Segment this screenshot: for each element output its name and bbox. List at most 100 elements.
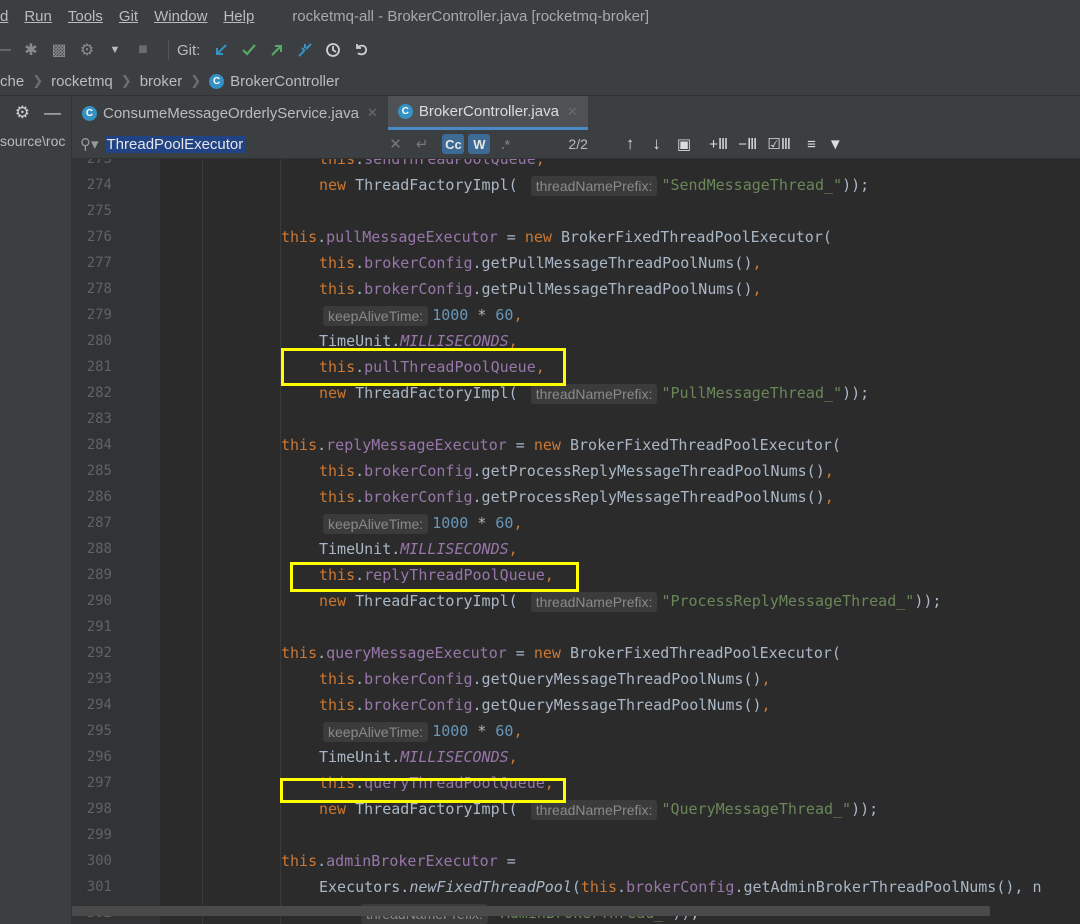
code-line[interactable]: keepAliveTime: 1000 * 60, xyxy=(319,510,523,536)
line-number: 297 xyxy=(86,775,112,791)
tab-label: BrokerController.java xyxy=(418,103,559,120)
code-line[interactable]: this.adminBrokerExecutor = xyxy=(281,848,516,874)
coverage-icon[interactable]: ▩ xyxy=(48,39,70,61)
add-selection-icon[interactable]: +Ⅲ xyxy=(709,135,728,153)
line-gutter: 273 274 275 276 277 278 279 280 281 282 283 284 285 2… xyxy=(72,159,160,924)
profiler-icon[interactable]: ⚙ xyxy=(76,39,98,61)
line-number: 273 xyxy=(86,159,112,167)
code-line[interactable]: this.brokerConfig.getQueryMessageThreadP… xyxy=(319,666,771,692)
code-line[interactable]: TimeUnit.MILLISECONDS, xyxy=(319,744,518,770)
highlight-box xyxy=(281,348,566,386)
words-toggle[interactable]: W xyxy=(468,134,491,154)
code-line[interactable]: this.pullMessageExecutor = new BrokerFix… xyxy=(281,224,832,250)
line-number: 285 xyxy=(86,463,112,479)
code-line[interactable]: new ThreadFactoryImpl( threadNamePrefix:… xyxy=(319,172,869,198)
menu-item-tools[interactable]: Tools xyxy=(68,8,103,25)
horizontal-scrollbar[interactable] xyxy=(72,906,990,916)
highlight-box xyxy=(290,562,579,592)
breadcrumb-item[interactable]: broker xyxy=(140,73,183,90)
code-line[interactable]: this.brokerConfig.getPullMessageThreadPo… xyxy=(319,276,762,302)
line-number: 298 xyxy=(86,801,112,817)
bug-icon[interactable]: ✱ xyxy=(20,39,42,61)
menu-item-git[interactable]: Git xyxy=(119,8,138,25)
close-icon[interactable]: ✕ xyxy=(567,104,578,120)
code-line[interactable]: this.sendThreadPoolQueue, xyxy=(319,159,545,172)
git-merge-icon[interactable] xyxy=(294,39,316,61)
window-title: rocketmq-all - BrokerController.java [ro… xyxy=(292,8,650,25)
code-line[interactable]: this.replyMessageExecutor = new BrokerFi… xyxy=(281,432,841,458)
git-commit-icon[interactable] xyxy=(238,39,260,61)
code-line[interactable]: Executors.newFixedThreadPool(this.broker… xyxy=(319,874,1041,900)
indent-guide xyxy=(280,159,281,924)
tab-consume-message-orderly-service[interactable]: C ConsumeMessageOrderlyService.java ✕ xyxy=(72,96,388,130)
line-number: 281 xyxy=(86,359,112,375)
breadcrumb: che ❯ rocketmq ❯ broker ❯ C BrokerContro… xyxy=(0,67,1080,96)
code-line[interactable]: keepAliveTime: 1000 * 60, xyxy=(319,718,523,744)
code-line[interactable]: this.brokerConfig.getPullMessageThreadPo… xyxy=(319,250,762,276)
menu-item-run[interactable]: Run xyxy=(24,8,52,25)
line-number: 290 xyxy=(86,593,112,609)
line-number: 292 xyxy=(86,645,112,661)
menu-item-build[interactable]: d xyxy=(0,8,8,25)
code-line[interactable]: keepAliveTime: 1000 * 60, xyxy=(319,302,523,328)
project-path[interactable]: source\roc xyxy=(0,130,71,149)
menu-item-window[interactable]: Window xyxy=(154,8,207,25)
line-number: 277 xyxy=(86,255,112,271)
class-icon: C xyxy=(397,104,413,119)
stop-icon[interactable]: ■ xyxy=(132,39,154,61)
chevron-right-icon: ❯ xyxy=(120,73,132,88)
line-number: 293 xyxy=(86,671,112,687)
breadcrumb-item[interactable]: rocketmq xyxy=(51,73,113,90)
code-line[interactable]: this.brokerConfig.getProcessReplyMessage… xyxy=(319,458,834,484)
git-update-icon[interactable] xyxy=(210,39,232,61)
line-number: 288 xyxy=(86,541,112,557)
code-line[interactable]: this.queryMessageExecutor = new BrokerFi… xyxy=(281,640,841,666)
minimize-icon[interactable]: — xyxy=(44,103,61,123)
debug-icon[interactable]: — xyxy=(0,39,14,61)
toolbar-divider xyxy=(168,40,169,60)
new-line-icon[interactable]: ↵ xyxy=(416,135,429,153)
arrow-down-icon[interactable]: ↓ xyxy=(652,134,661,154)
line-number: 291 xyxy=(86,619,112,635)
multiline-icon[interactable]: ≡ xyxy=(807,136,816,153)
toolbar: — ✱ ▩ ⚙ ▼ ■ Git: xyxy=(0,33,1080,67)
line-number: 279 xyxy=(86,307,112,323)
git-label: Git: xyxy=(177,41,201,59)
line-number: 275 xyxy=(86,203,112,219)
close-icon[interactable]: ✕ xyxy=(367,105,378,121)
clear-search-icon[interactable]: ✕ xyxy=(389,135,402,153)
search-input[interactable]: ThreadPoolExecutor xyxy=(104,135,246,153)
line-number: 274 xyxy=(86,177,112,193)
line-number: 287 xyxy=(86,515,112,531)
history-icon[interactable] xyxy=(322,39,344,61)
code-editor[interactable]: 273 274 275 276 277 278 279 280 281 282 283 284 285 2… xyxy=(72,159,1080,924)
code-line[interactable]: this.brokerConfig.getProcessReplyMessage… xyxy=(319,484,834,510)
line-number: 294 xyxy=(86,697,112,713)
match-case-toggle[interactable]: Cc xyxy=(442,134,465,154)
project-panel-header: ⚙ — xyxy=(0,96,72,130)
project-panel: source\roc xyxy=(0,130,72,924)
line-number: 284 xyxy=(86,437,112,453)
filter-icon[interactable]: ▼ xyxy=(828,136,843,153)
gear-icon[interactable]: ⚙ xyxy=(15,103,30,123)
class-icon: C xyxy=(82,105,97,121)
breadcrumb-item[interactable]: BrokerController xyxy=(230,73,339,90)
dropdown-icon[interactable]: ▼ xyxy=(104,39,126,61)
select-all-occurrences-icon[interactable]: ▣ xyxy=(677,135,691,153)
code-line[interactable]: this.brokerConfig.getQueryMessageThreadP… xyxy=(319,692,771,718)
regex-toggle[interactable]: .* xyxy=(494,134,516,154)
select-all-icon[interactable]: ☑Ⅲ xyxy=(767,135,791,153)
line-number: 296 xyxy=(86,749,112,765)
arrow-up-icon[interactable]: ↑ xyxy=(626,134,635,154)
menu-item-help[interactable]: Help xyxy=(223,8,254,25)
remove-selection-icon[interactable]: −Ⅲ xyxy=(738,135,757,153)
breadcrumb-item[interactable]: che xyxy=(0,73,24,90)
search-icon[interactable]: ⚲▾ xyxy=(80,135,99,153)
tab-broker-controller[interactable]: C BrokerController.java ✕ xyxy=(387,96,588,130)
code-line[interactable]: TimeUnit.MILLISECONDS, xyxy=(319,536,518,562)
line-number: 301 xyxy=(86,879,112,895)
line-number: 286 xyxy=(86,489,112,505)
rollback-icon[interactable] xyxy=(350,39,372,61)
menu-bar: d Run Tools Git Window Help rocketmq-all… xyxy=(0,0,1080,33)
git-push-icon[interactable] xyxy=(266,39,288,61)
